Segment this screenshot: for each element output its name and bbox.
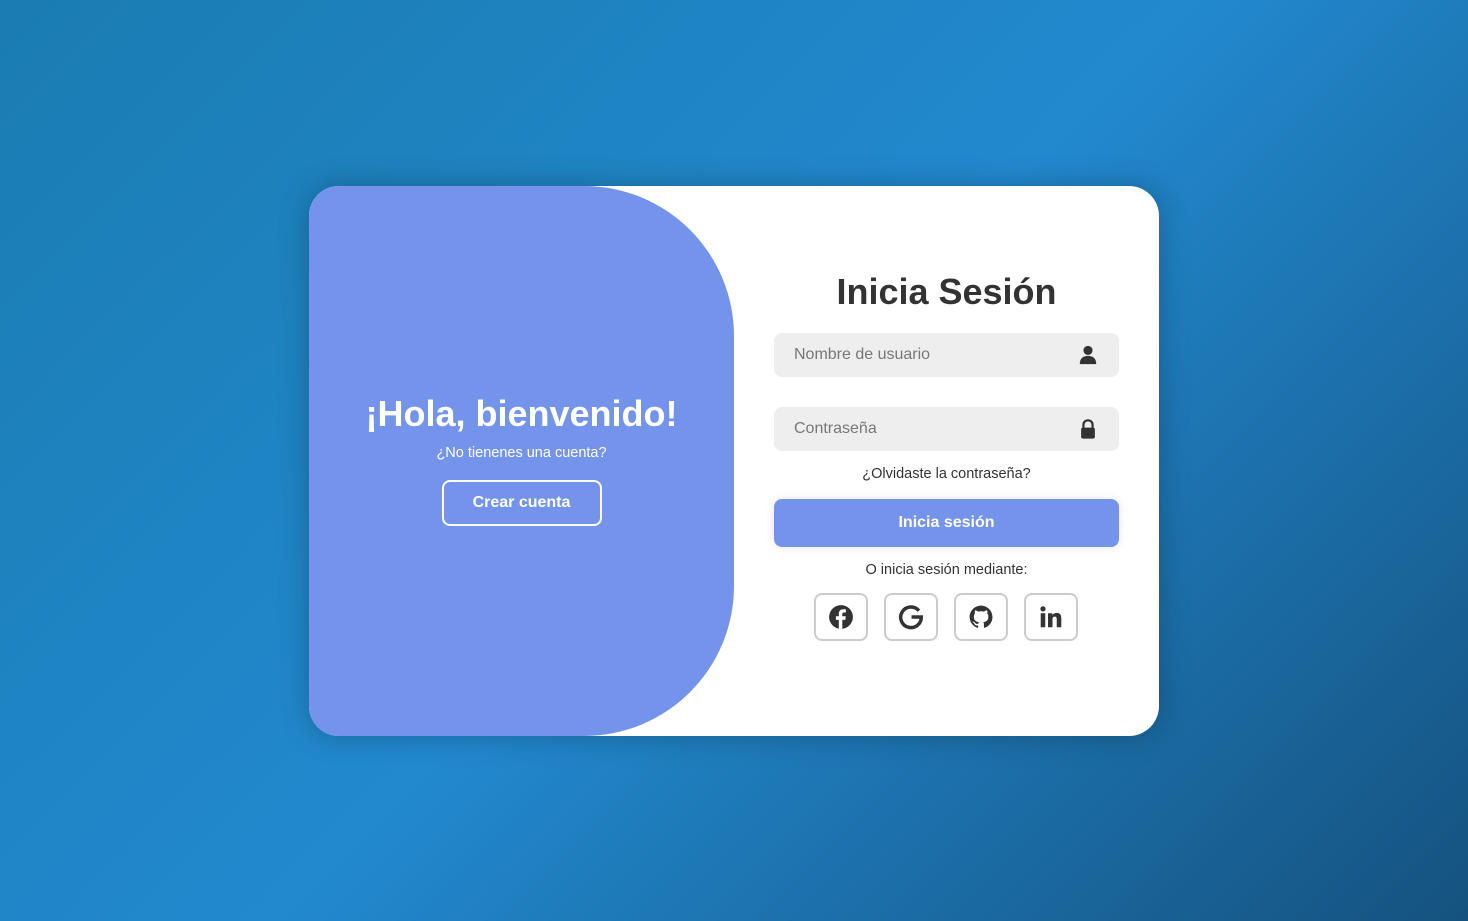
lock-icon: [1081, 419, 1095, 439]
alt-login-text: O inicia sesión mediante:: [865, 562, 1028, 578]
google-login-button[interactable]: [884, 593, 938, 641]
linkedin-login-button[interactable]: [1024, 593, 1078, 641]
google-icon: [899, 605, 924, 630]
forgot-password-link[interactable]: ¿Olvidaste la contraseña?: [774, 466, 1119, 482]
welcome-title: ¡Hola, bienvenido!: [365, 392, 678, 434]
welcome-subtitle: ¿No tienenes una cuenta?: [436, 444, 607, 461]
facebook-login-button[interactable]: [814, 593, 868, 641]
login-title: Inicia Sesión: [836, 271, 1057, 312]
username-field-box: [774, 333, 1119, 377]
username-input[interactable]: [774, 333, 1119, 377]
welcome-panel: ¡Hola, bienvenido! ¿No tienenes una cuen…: [309, 186, 734, 736]
password-input[interactable]: [774, 407, 1119, 451]
password-field-box: [774, 407, 1119, 451]
login-form: Inicia Sesión ¿Olvidaste la contraseña? …: [774, 186, 1119, 736]
github-login-button[interactable]: [954, 593, 1008, 641]
user-icon: [1079, 345, 1097, 365]
facebook-icon: [829, 605, 853, 629]
login-button[interactable]: Inicia sesión: [774, 499, 1119, 547]
login-card: ¡Hola, bienvenido! ¿No tienenes una cuen…: [309, 186, 1159, 736]
github-icon: [969, 605, 993, 628]
social-login-row: [814, 593, 1078, 641]
create-account-button[interactable]: Crear cuenta: [441, 480, 602, 527]
linkedin-icon: [1040, 606, 1062, 628]
